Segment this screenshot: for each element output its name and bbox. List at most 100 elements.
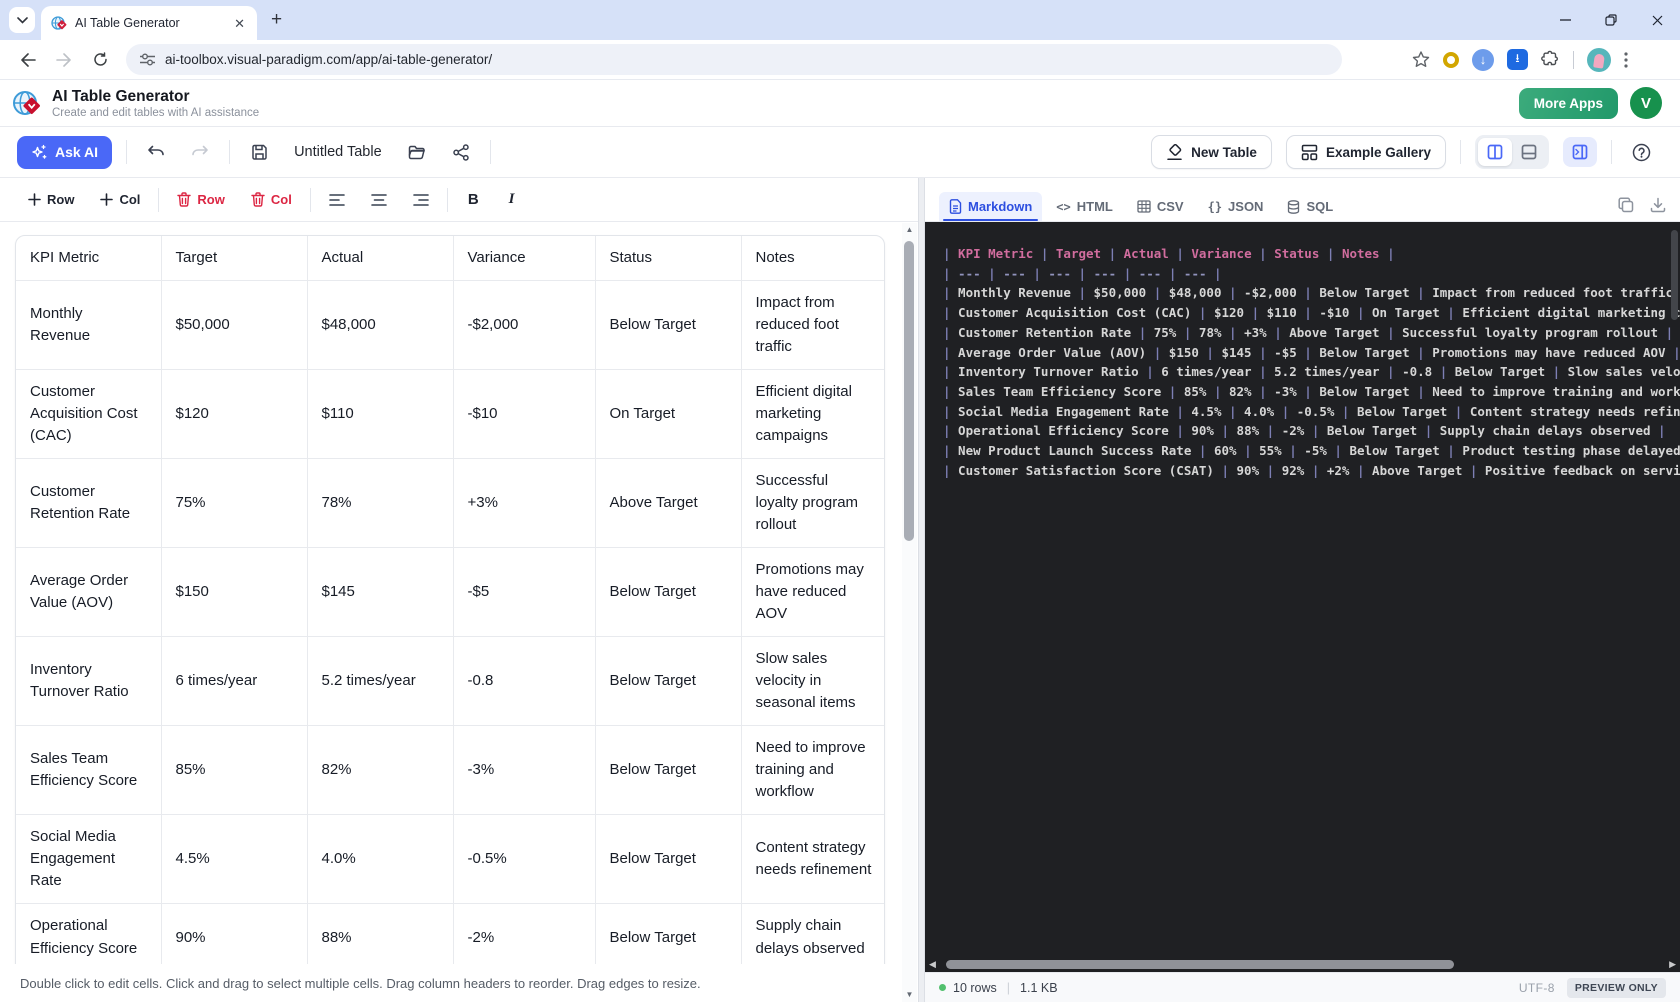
redo-button[interactable]	[185, 137, 215, 167]
column-header[interactable]: Notes	[740, 236, 884, 281]
extension-download-icon[interactable]: ↓	[1472, 48, 1494, 71]
table-cell[interactable]: 82%	[306, 725, 454, 816]
share-button[interactable]	[446, 137, 476, 167]
table-cell[interactable]: 6 times/year	[160, 636, 308, 727]
scroll-right-icon[interactable]: ▶	[1669, 959, 1676, 970]
user-avatar[interactable]: V	[1630, 87, 1662, 119]
new-table-button[interactable]: New Table	[1151, 135, 1272, 169]
table-cell[interactable]: $150	[160, 547, 308, 638]
table-cell[interactable]: Impact from reduced foot traffic	[740, 280, 884, 370]
scroll-left-icon[interactable]: ◀	[929, 959, 936, 970]
tab-html[interactable]: <> HTML	[1046, 192, 1123, 221]
table-cell[interactable]: 85%	[160, 725, 308, 816]
table-cell[interactable]: Above Target	[594, 458, 742, 548]
downloads-icon[interactable]: ⭳	[1507, 49, 1528, 70]
scrollbar-thumb[interactable]	[945, 960, 1454, 969]
ask-ai-button[interactable]: Ask AI	[17, 135, 113, 169]
save-button[interactable]	[244, 137, 274, 167]
tab-close-icon[interactable]: ✕	[230, 15, 249, 32]
table-cell[interactable]: -3%	[452, 725, 596, 816]
align-right-button[interactable]	[405, 188, 437, 212]
table-cell[interactable]: Successful loyalty program rollout	[740, 458, 884, 548]
table-cell[interactable]: 88%	[306, 903, 454, 964]
example-gallery-button[interactable]: Example Gallery	[1285, 135, 1446, 169]
tab-markdown[interactable]: Markdown	[939, 192, 1043, 221]
table-cell[interactable]: Operational Efficiency Score	[16, 903, 162, 964]
browser-menu-icon[interactable]	[1624, 51, 1628, 68]
back-button[interactable]	[13, 45, 43, 75]
split-horizontal-toggle[interactable]	[1512, 138, 1546, 166]
tab-sql[interactable]: SQL	[1277, 192, 1343, 221]
delete-row-button[interactable]: Row	[169, 186, 232, 213]
table-cell[interactable]: +3%	[452, 458, 596, 548]
table-cell[interactable]: Need to improve training and workflow	[740, 725, 884, 816]
table-cell[interactable]: Supply chain delays observed	[740, 903, 884, 964]
table-cell[interactable]: -2%	[452, 903, 596, 964]
table-cell[interactable]: Content strategy needs refinement	[740, 814, 884, 905]
table-cell[interactable]: Average Order Value (AOV)	[16, 547, 162, 638]
column-header[interactable]: KPI Metric	[16, 236, 162, 281]
reload-button[interactable]	[85, 45, 115, 75]
table-cell[interactable]: Efficient digital marketing campaigns	[740, 369, 884, 459]
table-cell[interactable]: Below Target	[594, 725, 742, 816]
table-cell[interactable]: Inventory Turnover Ratio	[16, 636, 162, 727]
code-horizontal-scrollbar[interactable]: ◀ ▶	[925, 957, 1680, 972]
panel-splitter[interactable]	[918, 178, 925, 1002]
table-cell[interactable]: Below Target	[594, 547, 742, 638]
table-cell[interactable]: $145	[306, 547, 454, 638]
table-cell[interactable]: Below Target	[594, 280, 742, 370]
table-cell[interactable]: $120	[160, 369, 308, 459]
table-cell[interactable]: 75%	[160, 458, 308, 548]
table-cell[interactable]: Below Target	[594, 814, 742, 905]
table-cell[interactable]: Social Media Engagement Rate	[16, 814, 162, 905]
forward-button[interactable]	[49, 45, 79, 75]
column-header[interactable]: Target	[160, 236, 308, 281]
copy-icon[interactable]	[1618, 197, 1634, 213]
maximize-button[interactable]	[1588, 0, 1634, 40]
extensions-puzzle-icon[interactable]	[1541, 50, 1560, 69]
new-tab-button[interactable]: +	[271, 9, 282, 31]
table-cell[interactable]: Customer Acquisition Cost (CAC)	[16, 369, 162, 459]
table-cell[interactable]: $50,000	[160, 280, 308, 370]
table-cell[interactable]: $110	[306, 369, 454, 459]
italic-button[interactable]: I	[499, 187, 525, 212]
scroll-up-icon[interactable]: ▲	[906, 223, 914, 237]
column-header[interactable]: Variance	[452, 236, 596, 281]
table-cell[interactable]: -0.8	[452, 636, 596, 727]
table-cell[interactable]: $48,000	[306, 280, 454, 370]
add-row-button[interactable]: Row	[20, 186, 82, 213]
bookmark-star-icon[interactable]	[1412, 51, 1430, 68]
align-left-button[interactable]	[321, 188, 353, 212]
table-cell[interactable]: Below Target	[594, 636, 742, 727]
download-icon[interactable]	[1650, 197, 1666, 213]
column-header[interactable]: Status	[594, 236, 742, 281]
open-folder-button[interactable]	[402, 137, 432, 167]
toggle-preview-panel-button[interactable]	[1563, 137, 1597, 167]
markdown-preview[interactable]: | KPI Metric | Target | Actual | Varianc…	[925, 222, 1680, 957]
tab-json[interactable]: {} JSON	[1198, 192, 1274, 221]
table-cell[interactable]: Promotions may have reduced AOV	[740, 547, 884, 638]
add-column-button[interactable]: Col	[92, 186, 148, 213]
table-cell[interactable]: Sales Team Efficiency Score	[16, 725, 162, 816]
table-cell[interactable]: Below Target	[594, 903, 742, 964]
scrollbar-thumb[interactable]	[904, 241, 914, 541]
align-center-button[interactable]	[363, 188, 395, 212]
more-apps-button[interactable]: More Apps	[1518, 87, 1618, 119]
browser-tab[interactable]: AI Table Generator ✕	[41, 6, 257, 40]
extension-ring-icon[interactable]	[1443, 51, 1459, 68]
code-vertical-scrollbar[interactable]	[1671, 230, 1678, 320]
table-cell[interactable]: 90%	[160, 903, 308, 964]
table-cell[interactable]: -$5	[452, 547, 596, 638]
table-vertical-scrollbar[interactable]: ▲ ▼	[902, 223, 917, 1002]
browser-profile-avatar[interactable]	[1587, 47, 1611, 72]
tab-csv[interactable]: CSV	[1127, 192, 1194, 221]
table-cell[interactable]: -0.5%	[452, 814, 596, 905]
table-cell[interactable]: 4.0%	[306, 814, 454, 905]
column-header[interactable]: Actual	[306, 236, 454, 281]
table-cell[interactable]: 78%	[306, 458, 454, 548]
table-cell[interactable]: Customer Retention Rate	[16, 458, 162, 548]
undo-button[interactable]	[141, 137, 171, 167]
table-cell[interactable]: -$2,000	[452, 280, 596, 370]
help-button[interactable]	[1626, 137, 1656, 167]
table-cell[interactable]: -$10	[452, 369, 596, 459]
